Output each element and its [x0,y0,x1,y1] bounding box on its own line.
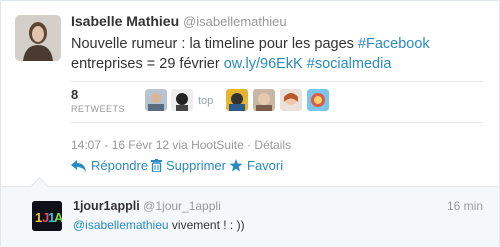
star-icon [229,159,243,172]
hashtag-link[interactable]: #socialmedia [307,56,392,72]
retweet-label: RETWEETS [71,104,126,114]
retweeter-avatar[interactable] [280,89,302,111]
divider [71,81,483,82]
url-link[interactable]: ow.ly/96EkK [224,56,303,72]
retweet-count: 8 [71,87,79,102]
reply-caret [30,177,49,196]
tweet-card: Isabelle Mathieu @isabellemathieu Nouvel… [0,0,500,247]
retweeter-avatar[interactable] [253,89,275,111]
favorite-label: Favori [247,158,284,173]
retweeter-avatar[interactable]: top [197,89,219,111]
tweet-text-part: entreprises = 29 février [71,56,224,72]
tweet-meta[interactable]: 14:07 - 16 Févr 12 via HootSuite · Détai… [71,138,291,152]
favorite-button[interactable]: Favori [229,158,283,173]
mention-link[interactable]: @isabellemathieu [73,218,169,232]
reply-text-body: vivement ! : )) [168,218,245,232]
trash-icon [151,159,162,172]
retweeter-avatar[interactable] [307,89,329,111]
reply-label: Répondre [91,158,149,173]
reply-header: 1jour1appli @1jour_1appli [73,199,221,213]
reply-text: @isabellemathieu vivement ! : )) [73,218,245,232]
author-fullname[interactable]: Isabelle Mathieu [71,13,179,29]
delete-label: Supprimer [166,158,226,173]
reply-author-username[interactable]: @1jour_1appli [143,199,221,213]
reply-avatar[interactable]: 1 J 1 A [32,201,62,231]
retweeter-avatar[interactable] [226,89,248,111]
hashtag-link[interactable]: #Facebook [358,36,430,52]
reply-icon [71,159,86,172]
retweeter-avatar[interactable] [145,89,167,111]
tweet-text: Nouvelle rumeur : la timeline pour les p… [71,34,491,74]
avatar[interactable] [15,15,61,61]
author-username[interactable]: @isabellemathieu [183,14,287,29]
reply-button[interactable]: Répondre [71,158,148,173]
delete-button[interactable]: Supprimer [151,158,226,173]
tweet-header: Isabelle Mathieu @isabellemathieu [71,13,287,29]
tweet-text-part: Nouvelle rumeur : la timeline pour les p… [71,36,358,52]
reply-item: 1 J 1 A 1jour1appli @1jour_1appli 16 min… [1,177,499,247]
reply-timestamp[interactable]: 16 min [447,199,483,213]
reply-author-fullname[interactable]: 1jour1appli [73,199,140,213]
divider [71,122,483,123]
svg-text:top: top [198,95,213,107]
retweeter-avatar[interactable] [171,89,193,111]
svg-text:A: A [54,210,62,225]
